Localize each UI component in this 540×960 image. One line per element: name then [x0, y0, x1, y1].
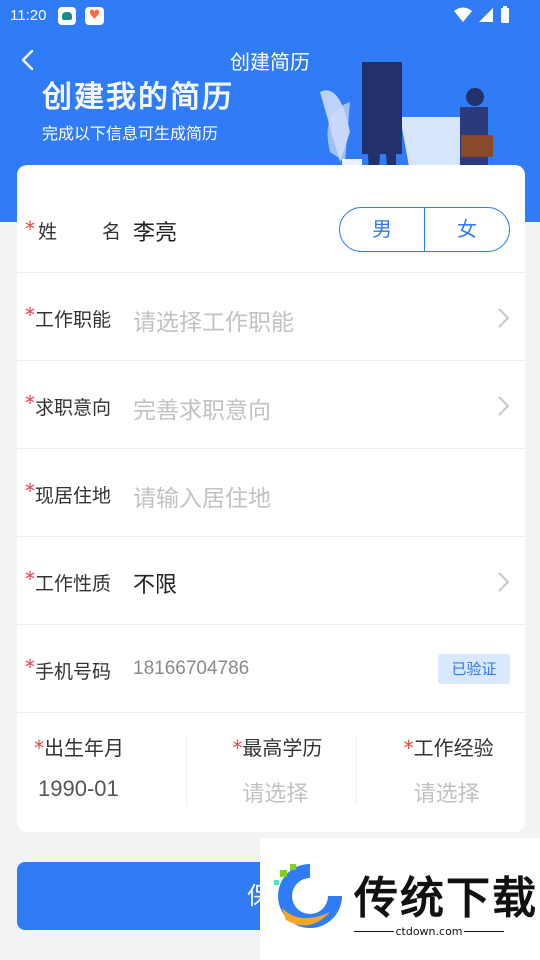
required-mark: * [25, 479, 35, 503]
job-function-row[interactable]: * 工作职能 请选择工作职能 [17, 273, 525, 361]
job-function-placeholder[interactable]: 请选择工作职能 [133, 303, 294, 337]
chevron-right-icon [498, 572, 510, 592]
watermark-brand: 传统下载 [354, 873, 538, 924]
birth-column[interactable]: *出生年月 1990-01 [17, 710, 186, 832]
resume-form-card: * 姓 名 李亮 男 女 * 工作职能 请选择工作职能 * 求职意向 完善求职意… [17, 165, 525, 832]
education-column[interactable]: *最高学历 请选择 [186, 710, 355, 832]
brand-logo-icon [274, 864, 342, 928]
status-bar: 11:20 ♥ [0, 0, 540, 32]
health-app-icon: ♥ [85, 7, 104, 25]
name-row: * 姓 名 李亮 男 女 [17, 185, 525, 273]
experience-placeholder[interactable]: 请选择 [414, 776, 480, 808]
birth-value[interactable]: 1990-01 [38, 776, 119, 802]
job-nature-label: 工作性质 [35, 573, 112, 595]
battery-icon [501, 6, 509, 23]
chevron-right-icon [498, 396, 510, 416]
status-time: 11:20 [10, 7, 47, 24]
app-notification-icon [58, 7, 76, 25]
banner-title: 创建我的简历 [42, 80, 234, 115]
gender-toggle: 男 女 [339, 207, 510, 252]
chevron-right-icon [498, 308, 510, 328]
residence-row: * 现居住地 请输入居住地 [17, 449, 525, 537]
phone-label: 手机号码 [35, 661, 112, 683]
watermark: 传统下载 ctdown.com [260, 838, 540, 960]
required-mark: * [25, 303, 35, 327]
phone-row: * 手机号码 18166704786 已验证 [17, 625, 525, 713]
job-intention-placeholder[interactable]: 完善求职意向 [133, 391, 271, 425]
job-nature-value[interactable]: 不限 [133, 567, 177, 599]
required-mark: * [25, 391, 35, 415]
education-placeholder[interactable]: 请选择 [242, 776, 308, 808]
banner-subtitle: 完成以下信息可生成简历 [42, 124, 219, 143]
name-label-second: 名 [102, 221, 122, 243]
education-label: *最高学历 [232, 736, 323, 760]
job-nature-row[interactable]: * 工作性质 不限 [17, 537, 525, 625]
required-mark: * [25, 567, 35, 591]
job-function-label: 工作职能 [35, 309, 112, 331]
required-mark: * [25, 217, 35, 241]
name-input[interactable]: 李亮 [133, 215, 177, 247]
signal-icon [479, 8, 493, 22]
job-intention-row[interactable]: * 求职意向 完善求职意向 [17, 361, 525, 449]
verified-badge: 已验证 [438, 654, 510, 684]
residence-label: 现居住地 [35, 485, 112, 507]
watermark-url: ctdown.com [354, 925, 504, 938]
gender-female-button[interactable]: 女 [425, 208, 509, 251]
name-label-first: 姓 [38, 221, 58, 243]
wifi-icon [454, 7, 472, 22]
experience-label: *工作经验 [403, 736, 494, 760]
residence-input[interactable]: 请输入居住地 [133, 479, 271, 513]
gender-male-button[interactable]: 男 [340, 208, 425, 251]
experience-column[interactable]: *工作经验 请选择 [355, 710, 525, 832]
birth-label: *出生年月 [34, 736, 124, 760]
phone-value: 18166704786 [133, 658, 250, 679]
basic-info-columns: *出生年月 1990-01 *最高学历 请选择 *工作经验 请选择 [17, 710, 525, 832]
job-intention-label: 求职意向 [35, 397, 112, 419]
required-mark: * [25, 655, 35, 679]
